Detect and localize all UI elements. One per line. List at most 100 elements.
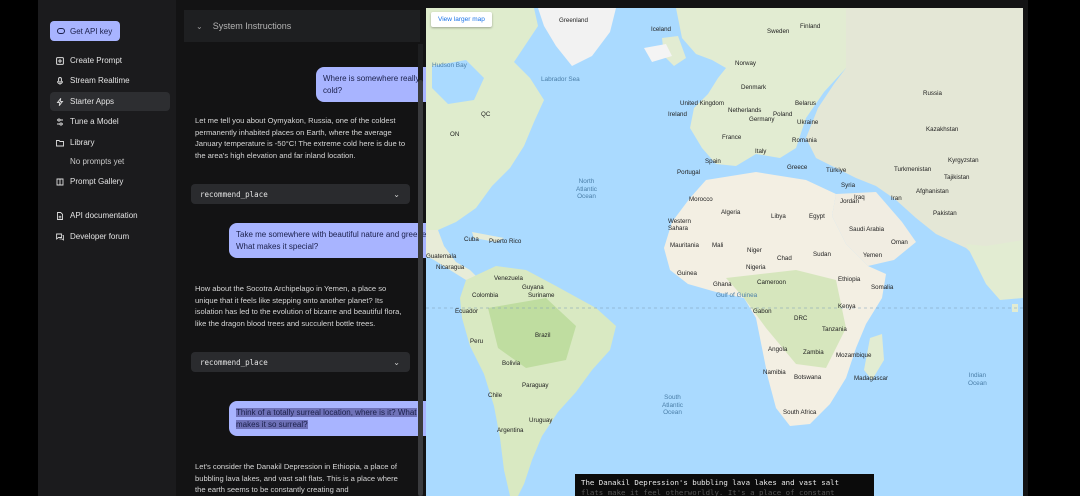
map-label: Madagascar: [854, 375, 889, 382]
get-api-key-button[interactable]: Get API key: [50, 21, 120, 41]
embedded-map[interactable]: View larger map North Atlantic Ocean South…: [426, 8, 1023, 496]
map-label: Greenland: [559, 17, 588, 24]
sidebar-item-label: API documentation: [70, 211, 138, 220]
map-label: Portugal: [677, 169, 701, 176]
system-instructions-label: System Instructions: [212, 21, 292, 31]
map-label: Chad: [777, 255, 792, 262]
caption-line: flats make it feel otherworldly. It's a …: [581, 488, 835, 496]
function-call-recommend-place[interactable]: recommend_place ⌄: [191, 184, 410, 204]
map-label: Brazil: [535, 332, 551, 339]
ocean-label-indian: Indian Ocean: [968, 372, 987, 387]
map-label: Mauritania: [670, 242, 699, 249]
ocean-label-gulf-of-guinea: Gulf of Guinea: [716, 292, 758, 299]
chevron-down-icon: ⌄: [393, 189, 400, 199]
map-label: Ecuador: [455, 308, 479, 315]
map-label: Cameroon: [757, 279, 786, 286]
message-text: Let's consider the Danakil Depression in…: [195, 462, 398, 494]
library-empty-text: No prompts yet: [70, 157, 125, 166]
map-label: Mali: [712, 242, 724, 249]
world-map-landmass: [426, 8, 1023, 496]
map-label: Russia: [923, 90, 942, 97]
ocean-label-south-atlantic: South Atlantic Ocean: [662, 394, 683, 416]
tune-icon: [56, 117, 64, 126]
map-label: Botswana: [794, 374, 822, 381]
map-label: Venezuela: [494, 275, 523, 282]
function-call-name: recommend_place: [200, 357, 268, 367]
sidebar-item-starter-apps[interactable]: Starter Apps: [50, 92, 170, 111]
user-message: Take me somewhere with beautiful nature …: [229, 223, 447, 258]
chevron-down-icon: ⌄: [393, 357, 400, 367]
scrollbar-thumb[interactable]: [418, 80, 423, 496]
folder-icon: [56, 139, 64, 147]
map-label: Sweden: [767, 28, 790, 35]
get-api-key-label: Get API key: [70, 26, 113, 36]
sidebar-item-label: Prompt Gallery: [70, 177, 124, 186]
map-label: Guinea: [677, 270, 697, 277]
function-call-name: recommend_place: [200, 189, 268, 199]
sidebar-item-tune-a-model[interactable]: Tune a Model: [50, 112, 170, 131]
map-label: Oman: [891, 239, 908, 246]
map-label: Puerto Rico: [489, 238, 522, 245]
map-label: Ethiopia: [838, 276, 861, 283]
sidebar-item-api-documentation[interactable]: API documentation: [50, 206, 170, 225]
map-label: Angola: [768, 346, 788, 353]
sidebar-item-prompt-gallery[interactable]: Prompt Gallery: [50, 172, 170, 191]
chevron-down-icon: ⌄: [196, 21, 203, 31]
map-label: Algeria: [721, 209, 741, 216]
map-label: Bolivia: [502, 360, 521, 367]
key-icon: [57, 28, 65, 34]
map-label: ON: [450, 131, 460, 138]
map-label: Tajikistan: [944, 174, 970, 181]
lightning-icon: [56, 97, 64, 106]
map-label: Kenya: [838, 303, 856, 310]
map-label: Ireland: [668, 111, 687, 118]
app-window: Get API key Create Prompt Stream Realtim…: [38, 0, 1028, 496]
map-label: Mozambique: [836, 352, 872, 359]
view-larger-map-link[interactable]: View larger map: [431, 12, 492, 27]
map-label: Türkiye: [826, 167, 847, 174]
map-label: Guyana: [522, 284, 544, 291]
document-icon: [56, 211, 64, 220]
model-message: Let me tell you about Oymyakon, Russia, …: [195, 115, 407, 161]
microphone-icon: [56, 76, 64, 85]
sidebar-item-developer-forum[interactable]: Developer forum: [50, 227, 170, 246]
map-label: Yemen: [863, 252, 883, 259]
map-label: Kazakhstan: [926, 126, 959, 133]
book-icon: [56, 178, 64, 186]
user-message-selected: Think of a totally surreal location, whe…: [229, 401, 447, 436]
message-text: Think of a totally surreal location, whe…: [236, 408, 417, 429]
chat-panel: ⌄ System Instructions Where is somewhere…: [176, 0, 447, 496]
message-text: How about the Socotra Archipelago in Yem…: [195, 284, 402, 328]
map-label: Tanzania: [822, 326, 847, 333]
map-label: Iceland: [651, 26, 671, 33]
map-label: Finland: [800, 23, 821, 30]
forum-icon: [56, 233, 64, 241]
map-label: Saudi Arabia: [849, 226, 885, 233]
map-label: Zambia: [803, 349, 824, 356]
map-label: Italy: [755, 148, 767, 155]
map-label: Chile: [488, 392, 503, 399]
map-label: Gabon: [753, 308, 772, 315]
function-call-recommend-place[interactable]: recommend_place ⌄: [191, 352, 410, 372]
map-label: DRC: [794, 315, 808, 322]
system-instructions-toggle[interactable]: ⌄ System Instructions: [184, 10, 420, 42]
map-label: Guatemala: [426, 253, 457, 260]
sidebar-item-stream-realtime[interactable]: Stream Realtime: [50, 71, 170, 90]
sidebar-item-library[interactable]: Library: [50, 133, 170, 152]
map-label: Paraguay: [522, 382, 549, 389]
sidebar-item-label: Create Prompt: [70, 56, 123, 65]
map-label: United Kingdom: [680, 100, 725, 107]
map-label: Suriname: [528, 292, 555, 299]
map-label: Cuba: [464, 236, 479, 243]
map-label: Denmark: [741, 84, 767, 91]
map-label: Spain: [705, 158, 721, 165]
map-label: Egypt: [809, 213, 825, 220]
sidebar-item-label: Stream Realtime: [70, 76, 130, 85]
map-label: Uruguay: [529, 417, 553, 424]
message-text: Where is somewhere really cold?: [323, 74, 420, 95]
sidebar-item-create-prompt[interactable]: Create Prompt: [50, 51, 170, 70]
map-label: Ukraine: [797, 119, 819, 126]
map-label: Kyrgyzstan: [948, 157, 979, 164]
map-label: Namibia: [763, 369, 786, 376]
map-label: Germany: [749, 116, 775, 123]
